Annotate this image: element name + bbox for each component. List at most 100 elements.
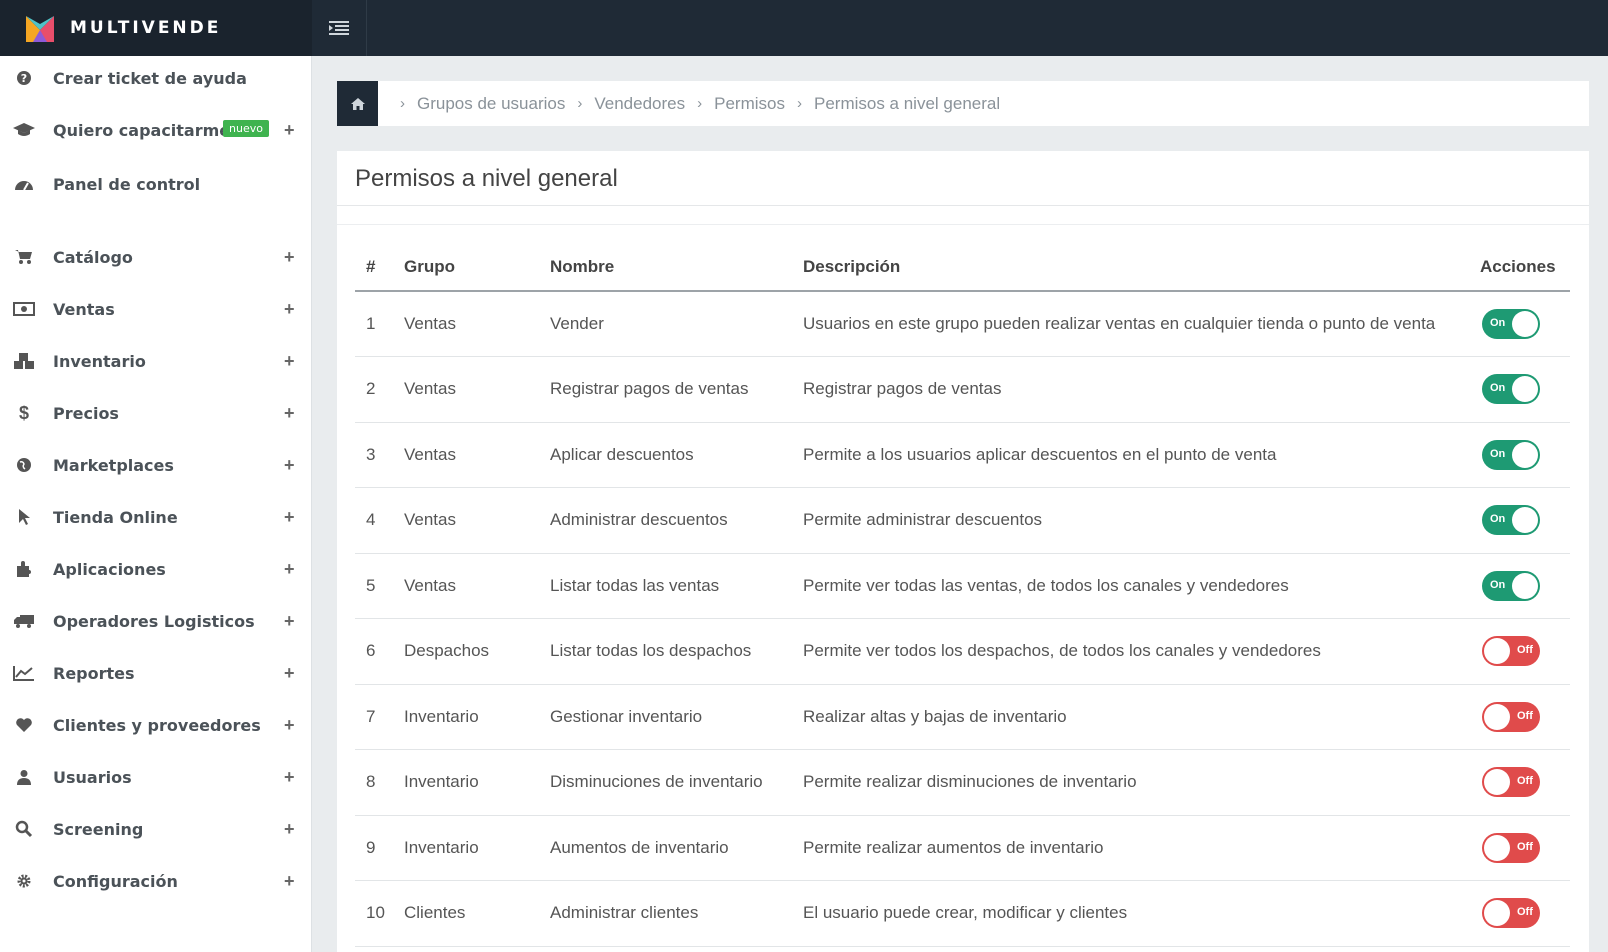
- expand-plus-icon[interactable]: +: [284, 559, 295, 580]
- pointer-icon: [13, 506, 35, 528]
- expand-plus-icon[interactable]: +: [284, 819, 295, 840]
- toggle-knob: [1512, 311, 1538, 337]
- row-acciones: On: [1480, 487, 1570, 554]
- row-nombre: Administrar descuentos: [550, 487, 803, 554]
- sidebar-item-screening[interactable]: Screening +: [0, 809, 312, 849]
- breadcrumb-separator: ›: [796, 95, 802, 112]
- expand-plus-icon[interactable]: +: [284, 663, 295, 684]
- table-row: 4 Ventas Administrar descuentos Permite adm…: [355, 487, 1570, 554]
- sidebar-item-operadores-logisticos[interactable]: Operadores Logisticos +: [0, 601, 312, 641]
- sidebar: ? Crear ticket de ayuda Quiero capacitar…: [0, 56, 312, 952]
- expand-plus-icon[interactable]: +: [284, 120, 295, 141]
- sidebar-item-label: Tienda Online: [53, 507, 178, 527]
- permission-toggle[interactable]: Off: [1482, 636, 1540, 667]
- sidebar-item-catalogo[interactable]: Catálogo +: [0, 237, 312, 277]
- toggle-state-label: Off: [1517, 709, 1533, 722]
- row-acciones: Off: [1480, 618, 1570, 685]
- table-row: 2 Ventas Registrar pagos de ventas Registra…: [355, 356, 1570, 423]
- sidebar-item-precios[interactable]: $ Precios +: [0, 393, 312, 433]
- breadcrumb-vendedores[interactable]: Vendedores: [594, 94, 685, 114]
- expand-plus-icon[interactable]: +: [284, 767, 295, 788]
- row-num: 4: [355, 487, 404, 554]
- row-grupo: Ventas: [404, 291, 550, 357]
- sidebar-item-marketplaces[interactable]: Marketplaces +: [0, 445, 312, 485]
- table-row: 7 Inventario Gestionar inventario Realizar …: [355, 684, 1570, 750]
- toggle-knob: [1512, 376, 1538, 403]
- row-nombre: Listar todas los despachos: [550, 618, 803, 685]
- permission-toggle[interactable]: Off: [1482, 701, 1540, 732]
- expand-plus-icon[interactable]: +: [284, 351, 295, 372]
- row-acciones: On: [1480, 291, 1570, 357]
- breadcrumb: › Grupos de usuarios › Vendedores › Perm…: [337, 81, 1589, 126]
- sidebar-item-label: Ventas: [53, 299, 115, 319]
- divider: [337, 205, 1589, 206]
- sidebar-item-label: Configuración: [53, 871, 178, 891]
- sidebar-item-reportes[interactable]: Reportes +: [0, 653, 312, 693]
- expand-plus-icon[interactable]: +: [284, 299, 295, 320]
- column-header-grupo: Grupo: [404, 243, 550, 292]
- breadcrumb-permisos[interactable]: Permisos: [714, 94, 785, 114]
- table-row: 10 Clientes Administrar clientes El usuario…: [355, 880, 1570, 947]
- row-descripcion: Permite realizar disminuciones de invent…: [803, 749, 1480, 816]
- divider: [337, 224, 1589, 225]
- question-circle-icon: ?: [13, 67, 35, 89]
- toggle-state-label: On: [1490, 513, 1506, 526]
- menu-indent-icon: [329, 21, 349, 35]
- row-descripcion: Realizar altas y bajas de inventario: [803, 684, 1480, 750]
- expand-plus-icon[interactable]: +: [284, 455, 295, 476]
- sidebar-item-label: Operadores Logisticos: [53, 611, 255, 631]
- permission-toggle[interactable]: On: [1482, 570, 1540, 601]
- page-title: Permisos a nivel general: [355, 165, 618, 192]
- sidebar-item-label: Panel de control: [53, 174, 201, 194]
- permissions-panel: Permisos a nivel general # Grupo Nombre …: [337, 151, 1589, 952]
- sidebar-item-ventas[interactable]: Ventas +: [0, 289, 312, 329]
- expand-plus-icon[interactable]: +: [284, 611, 295, 632]
- permission-toggle[interactable]: On: [1482, 505, 1540, 536]
- breadcrumb-separator: ›: [577, 95, 583, 112]
- cart-icon: [13, 246, 35, 268]
- row-acciones: On: [1480, 356, 1570, 423]
- sidebar-item-clientes-proveedores[interactable]: Clientes y proveedores +: [0, 705, 312, 745]
- toggle-knob: [1484, 834, 1510, 861]
- sidebar-item-configuracion[interactable]: Configuración +: [0, 861, 312, 901]
- sidebar-item-tienda-online[interactable]: Tienda Online +: [0, 497, 312, 537]
- brand[interactable]: MULTIVENDE: [0, 0, 312, 56]
- toggle-state-label: On: [1490, 447, 1506, 460]
- sidebar-item-crear-ticket[interactable]: ? Crear ticket de ayuda: [0, 58, 312, 98]
- dashboard-icon: [13, 173, 35, 195]
- row-nombre: Registrar pagos de ventas: [550, 356, 803, 423]
- permission-toggle[interactable]: On: [1482, 439, 1540, 470]
- search-icon: [13, 818, 35, 840]
- permission-toggle[interactable]: Off: [1482, 767, 1540, 798]
- sidebar-item-usuarios[interactable]: Usuarios +: [0, 757, 312, 797]
- table-row: 9 Inventario Aumentos de inventario Permite…: [355, 815, 1570, 881]
- permission-toggle[interactable]: On: [1482, 374, 1540, 405]
- expand-plus-icon[interactable]: +: [284, 247, 295, 268]
- sidebar-item-label: Aplicaciones: [53, 559, 166, 579]
- home-button[interactable]: [337, 81, 378, 126]
- puzzle-icon: [13, 558, 35, 580]
- row-acciones: Off: [1480, 880, 1570, 947]
- sidebar-item-label: Precios: [53, 403, 119, 423]
- expand-plus-icon[interactable]: +: [284, 403, 295, 424]
- permission-toggle[interactable]: Off: [1482, 898, 1540, 929]
- menu-toggle-button[interactable]: [312, 0, 367, 56]
- breadcrumb-grupos-usuarios[interactable]: Grupos de usuarios: [417, 94, 565, 114]
- sidebar-item-aplicaciones[interactable]: Aplicaciones +: [0, 549, 312, 589]
- sidebar-item-panel-control[interactable]: Panel de control: [0, 164, 312, 204]
- sidebar-item-capacitarme[interactable]: Quiero capacitarme nuevo +: [0, 110, 312, 150]
- truck-icon: [13, 610, 35, 632]
- permission-toggle[interactable]: On: [1482, 309, 1540, 339]
- expand-plus-icon[interactable]: +: [284, 871, 295, 892]
- row-num: 2: [355, 356, 404, 423]
- permission-toggle[interactable]: Off: [1482, 832, 1540, 863]
- expand-plus-icon[interactable]: +: [284, 715, 295, 736]
- toggle-knob: [1484, 769, 1510, 796]
- row-nombre: Aplicar descuentos: [550, 422, 803, 488]
- expand-plus-icon[interactable]: +: [284, 507, 295, 528]
- table-row: 8 Inventario Disminuciones de inventario Pe…: [355, 749, 1570, 816]
- sidebar-item-inventario[interactable]: Inventario +: [0, 341, 312, 381]
- toggle-state-label: Off: [1517, 775, 1533, 788]
- row-acciones: Off: [1480, 684, 1570, 750]
- dollar-icon: $: [18, 402, 29, 423]
